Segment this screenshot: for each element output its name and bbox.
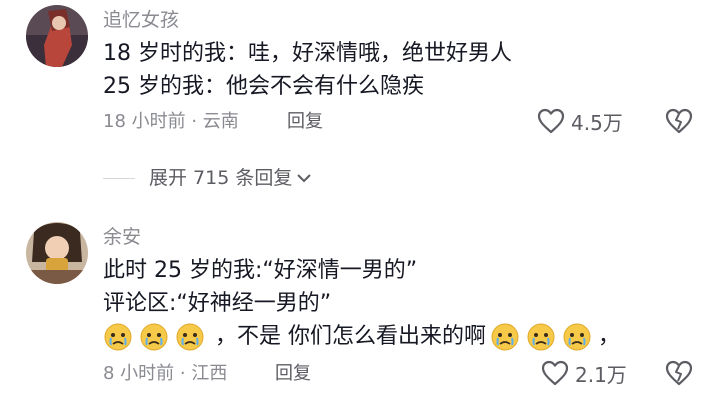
crying-face-emoji: [139, 322, 169, 352]
expand-replies-button[interactable]: 展开 715 条回复: [103, 166, 312, 190]
username[interactable]: 余安: [103, 225, 141, 249]
comment-text-line: 18 岁时的我：哇，好深情哦，绝世好男人: [103, 41, 512, 66]
comment-text-line: 此时 25 岁的我:“好深情一男的”: [103, 258, 418, 283]
broken-heart-icon[interactable]: [665, 360, 693, 388]
like-button[interactable]: 2.1万: [541, 360, 627, 390]
broken-heart-icon[interactable]: [665, 108, 693, 136]
comment-text-line: 25 岁的我：他会不会有什么隐疾: [103, 74, 424, 99]
comment-text-line: 评论区:“好神经一男的”: [103, 291, 332, 316]
comment-meta: 8 小时前 · 江西: [103, 363, 228, 384]
crying-face-emoji: [562, 322, 592, 352]
comment-text-fragment: ，不是 你们怎么看出来的啊: [215, 324, 486, 349]
reply-button[interactable]: 回复: [275, 362, 311, 386]
avatar[interactable]: [26, 5, 88, 67]
crying-face-emoji: [175, 322, 205, 352]
username[interactable]: 追忆女孩: [103, 8, 179, 32]
comment-text-fragment: ，: [598, 324, 621, 349]
comment-text-line: ，不是 你们怎么看出来的啊 ，: [103, 321, 620, 353]
crying-face-emoji: [526, 322, 556, 352]
heart-outline-icon: [541, 360, 569, 390]
chevron-down-icon: [296, 169, 312, 188]
heart-outline-icon: [537, 108, 565, 138]
avatar[interactable]: [26, 222, 88, 284]
like-button[interactable]: 4.5万: [537, 108, 623, 138]
crying-face-emoji: [490, 322, 520, 352]
crying-face-emoji: [103, 322, 133, 352]
reply-button[interactable]: 回复: [287, 110, 323, 134]
comment-meta: 18 小时前 · 云南: [103, 111, 239, 132]
expand-replies-label: 展开 715 条回复: [149, 167, 293, 189]
like-count: 4.5万: [571, 111, 623, 135]
divider: [103, 177, 135, 179]
like-count: 2.1万: [575, 363, 627, 387]
